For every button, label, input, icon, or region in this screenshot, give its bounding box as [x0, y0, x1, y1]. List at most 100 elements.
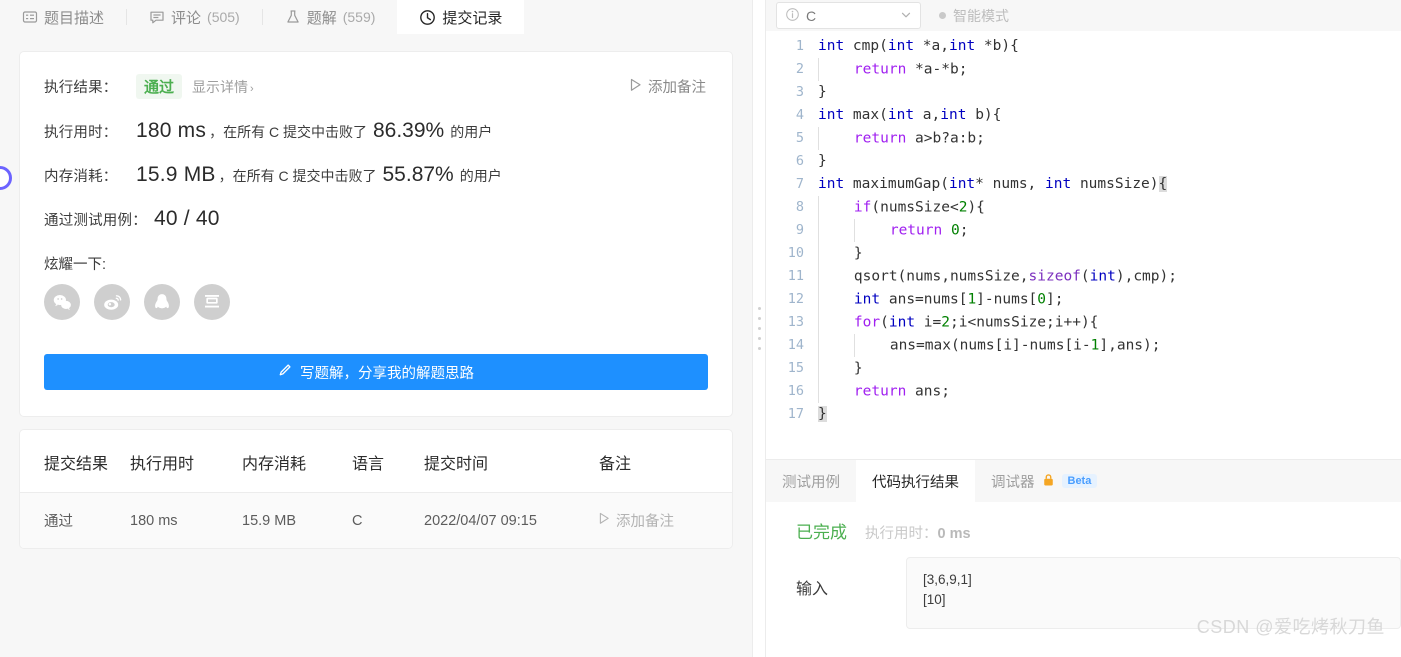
code-line: 4 int max(int a,int b){: [766, 104, 1401, 127]
line-number: 5: [795, 130, 804, 146]
status-dot-icon: [939, 12, 946, 19]
tab-count: (505): [207, 9, 240, 25]
tab-solutions[interactable]: 题解 (559): [263, 0, 398, 34]
runtime-text: ，在所有 C 提交中击败了: [209, 124, 367, 140]
memory-percentile: 55.87%: [382, 163, 454, 186]
tab-label: 题解: [306, 9, 337, 27]
line-number: 14: [787, 337, 804, 353]
table-row[interactable]: 通过 180 ms 15.9 MB C 2022/04/07 09:15 添加备…: [20, 492, 732, 548]
memory-suffix: 的用户: [459, 168, 502, 184]
tab-submissions[interactable]: 提交记录: [397, 0, 525, 34]
testcase-row: 通过测试用例： 40 / 40: [44, 207, 708, 231]
console-tab-label: 测试用例: [782, 474, 840, 491]
row-add-note-button[interactable]: 添加备注: [599, 510, 732, 531]
runtime-value: 180 ms: [136, 119, 207, 142]
tab-label: 评论: [171, 9, 202, 27]
code-text: return 0;: [818, 218, 968, 243]
code-line: 5 return a>b?a:b;: [766, 126, 1401, 150]
code-line: 1 int cmp(int *a,int *b){: [766, 35, 1401, 58]
console-tab-testcase[interactable]: 测试用例: [766, 460, 856, 502]
memory-value: 15.9 MB: [136, 163, 216, 186]
execution-runtime-value: 0 ms: [937, 526, 971, 542]
line-number: 9: [795, 222, 804, 238]
code-text: return ans;: [818, 379, 950, 404]
line-number: 3: [795, 84, 804, 100]
share-icon-group: [44, 284, 708, 320]
add-note-button[interactable]: 添加备注: [630, 76, 706, 97]
code-text: return *a-*b;: [818, 57, 967, 82]
memory-text: ，在所有 C 提交中击败了: [218, 168, 377, 184]
line-number: 15: [787, 360, 804, 376]
line-number: 17: [787, 406, 804, 422]
editor-header: C 智能模式: [766, 0, 1401, 31]
code-text: }: [818, 356, 863, 381]
wechat-icon[interactable]: [44, 284, 80, 320]
cell-result[interactable]: 通过: [20, 492, 130, 548]
weibo-icon[interactable]: [94, 284, 130, 320]
console-body: 已完成 执行用时：0 ms 输入 [3,6,9,1] [10]: [766, 502, 1401, 657]
code-line: 12 int ans=nums[1]-nums[0];: [766, 287, 1401, 312]
code-text: }: [818, 84, 827, 100]
line-number: 1: [795, 38, 804, 54]
code-line: 6}: [766, 150, 1401, 173]
console-tab-debugger[interactable]: 调试器 Beta: [975, 460, 1113, 502]
input-value-box[interactable]: [3,6,9,1] [10]: [906, 557, 1401, 629]
line-number: 8: [795, 199, 804, 215]
code-line: 13 for(int i=2;i<numsSize;i++){: [766, 310, 1401, 335]
line-number: 6: [795, 153, 804, 169]
smart-mode-label: 智能模式: [953, 7, 1009, 24]
th-result: 提交结果: [20, 430, 130, 493]
code-line: 16 return ans;: [766, 379, 1401, 404]
tab-description[interactable]: 题目描述: [0, 0, 126, 34]
code-text: int maximumGap(int* nums, int numsSize){: [818, 176, 1168, 192]
console-tab-bar: 测试用例 代码执行结果 调试器 Beta: [766, 460, 1401, 502]
description-icon: [22, 9, 38, 25]
memory-row: 内存消耗： 15.9 MB ，在所有 C 提交中击败了 55.87% 的用户: [44, 163, 708, 187]
runtime-label: 执行用时：: [44, 125, 118, 141]
language-selector[interactable]: C: [776, 2, 921, 29]
code-line: 10 }: [766, 241, 1401, 266]
console-panel: 测试用例 代码执行结果 调试器 Beta 已完成 执行用时：0 ms 输入 [3…: [766, 459, 1401, 657]
chevron-right-icon: ›: [250, 83, 254, 95]
smart-mode-toggle[interactable]: 智能模式: [939, 6, 1009, 26]
line-number: 12: [787, 291, 804, 307]
th-memory: 内存消耗: [242, 430, 352, 493]
submission-result-card: 添加备注 执行结果： 通过 显示详情 › 执行用时： 180 ms ，在所有 C …: [20, 52, 732, 416]
cell-note[interactable]: 添加备注: [599, 492, 732, 548]
console-tab-label: 代码执行结果: [872, 474, 959, 491]
tab-comments[interactable]: 评论 (505): [127, 0, 262, 34]
flag-icon: [630, 78, 642, 96]
tab-label: 题目描述: [44, 9, 105, 27]
problem-tab-bar: 题目描述 评论 (505) 题解 (559) 提交记录: [0, 0, 752, 34]
submission-history-table: 提交结果 执行用时 内存消耗 语言 提交时间 备注 通过 180 ms 15.9: [20, 430, 732, 548]
flask-icon: [285, 9, 301, 25]
code-text: int max(int a,int b){: [818, 107, 1002, 123]
info-icon: [785, 7, 800, 25]
execution-runtime-label: 执行用时：: [865, 526, 938, 542]
panel-resize-handle[interactable]: [752, 0, 766, 657]
code-line: 8 if(numsSize<2){: [766, 195, 1401, 219]
qq-icon[interactable]: [144, 284, 180, 320]
code-line: 15 }: [766, 356, 1401, 381]
drag-dots-icon: [757, 307, 761, 350]
testcase-value: 40 / 40: [154, 207, 220, 230]
execution-status: 已完成: [796, 523, 847, 542]
add-note-label: 添加备注: [648, 80, 706, 96]
douban-icon[interactable]: [194, 284, 230, 320]
th-note: 备注: [599, 430, 732, 493]
write-solution-button[interactable]: 写题解，分享我的解题思路: [44, 354, 708, 390]
code-text: int cmp(int *a,int *b){: [818, 38, 1019, 54]
console-tab-result[interactable]: 代码执行结果: [856, 460, 975, 502]
lock-icon: [1042, 473, 1055, 490]
input-label: 输入: [796, 581, 829, 598]
code-text: for(int i=2;i<numsSize;i++){: [818, 310, 1098, 335]
code-editor[interactable]: 1 int cmp(int *a,int *b){ 2 return *a-*b; 3…: [766, 31, 1401, 459]
status-badge: 通过: [136, 74, 183, 99]
show-detail-link[interactable]: 显示详情 ›: [192, 77, 254, 97]
code-text: int ans=nums[1]-nums[0];: [818, 287, 1063, 312]
right-panel: C 智能模式 1 int cmp(int *a,int *b){ 2 return …: [766, 0, 1401, 657]
code-text: }: [818, 241, 863, 266]
th-runtime: 执行用时: [130, 430, 242, 493]
line-number: 2: [795, 61, 804, 77]
left-scroll-body: 添加备注 执行结果： 通过 显示详情 › 执行用时： 180 ms ，在所有 C …: [0, 34, 752, 657]
